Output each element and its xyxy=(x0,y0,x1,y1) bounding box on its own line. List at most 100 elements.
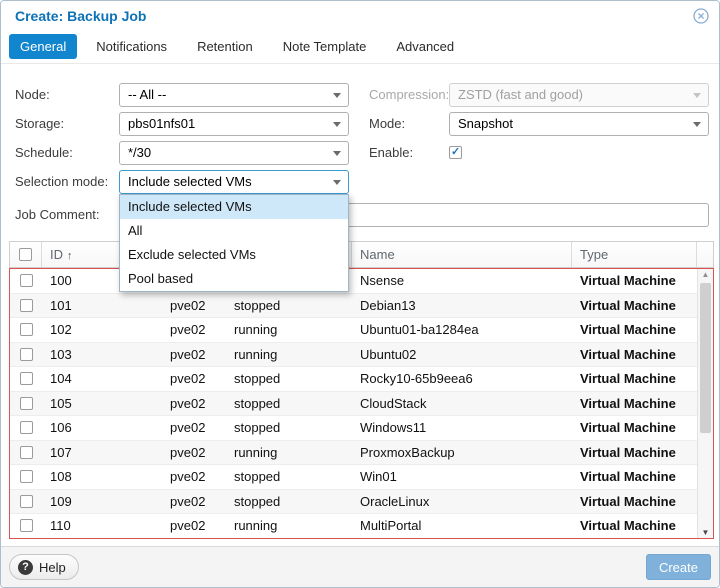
mode-combo[interactable]: Snapshot xyxy=(449,112,709,136)
vm-type: Virtual Machine xyxy=(572,318,697,342)
create-button[interactable]: Create xyxy=(646,554,711,580)
row-checkbox[interactable] xyxy=(20,470,33,483)
row-check-cell xyxy=(10,318,42,342)
table-row[interactable]: 107 pve02 running ProxmoxBackup Virtual … xyxy=(10,441,697,466)
schedule-label: Schedule: xyxy=(15,145,73,161)
table-row[interactable]: 106 pve02 stopped Windows11 Virtual Mach… xyxy=(10,416,697,441)
selection-mode-option[interactable]: Exclude selected VMs xyxy=(120,243,348,267)
row-check-cell xyxy=(10,514,42,538)
vm-name: CloudStack xyxy=(352,392,572,416)
schedule-combo[interactable]: */30 xyxy=(119,141,349,165)
vm-status: stopped xyxy=(226,392,352,416)
tab-advanced[interactable]: Advanced xyxy=(385,34,465,59)
chevron-down-icon xyxy=(693,122,701,127)
help-button-label: Help xyxy=(39,560,66,575)
row-checkbox[interactable] xyxy=(20,519,33,532)
storage-combo[interactable]: pbs01nfs01 xyxy=(119,112,349,136)
select-all-cell[interactable] xyxy=(10,242,42,267)
selection-mode-combo[interactable]: Include selected VMs xyxy=(119,170,349,194)
row-check-cell xyxy=(10,343,42,367)
scrollbar-thumb[interactable] xyxy=(700,283,711,433)
compression-value: ZSTD (fast and good) xyxy=(458,84,583,106)
table-row[interactable]: 103 pve02 running Ubuntu02 Virtual Machi… xyxy=(10,343,697,368)
selection-mode-option[interactable]: All xyxy=(120,219,348,243)
row-checkbox[interactable] xyxy=(20,274,33,287)
vm-status: running xyxy=(226,441,352,465)
vm-name: Nsense xyxy=(352,269,572,293)
table-scrollbar[interactable]: ▲ ▼ xyxy=(697,269,713,538)
row-check-cell xyxy=(10,416,42,440)
vm-type: Virtual Machine xyxy=(572,490,697,514)
tab-general[interactable]: General xyxy=(9,34,77,59)
create-button-label: Create xyxy=(659,560,698,575)
vm-type: Virtual Machine xyxy=(572,441,697,465)
row-checkbox[interactable] xyxy=(20,348,33,361)
row-check-cell xyxy=(10,392,42,416)
row-checkbox[interactable] xyxy=(20,372,33,385)
vm-node: pve02 xyxy=(162,465,226,489)
row-checkbox[interactable] xyxy=(20,421,33,434)
tab-note-template[interactable]: Note Template xyxy=(272,34,378,59)
row-checkbox[interactable] xyxy=(20,397,33,410)
row-checkbox[interactable] xyxy=(20,446,33,459)
column-header-name[interactable]: Name xyxy=(352,242,572,267)
schedule-value: */30 xyxy=(128,142,151,164)
selection-mode-option[interactable]: Pool based xyxy=(120,267,348,291)
tab-notifications[interactable]: Notifications xyxy=(85,34,178,59)
table-row[interactable]: 108 pve02 stopped Win01 Virtual Machine xyxy=(10,465,697,490)
row-check-cell xyxy=(10,441,42,465)
node-value: -- All -- xyxy=(128,84,166,106)
scroll-up-icon[interactable]: ▲ xyxy=(698,270,713,279)
mode-label: Mode: xyxy=(369,116,405,132)
vm-name: Ubuntu02 xyxy=(352,343,572,367)
vm-table-header: ID↑ Node Status Name Type xyxy=(9,241,714,268)
chevron-down-icon xyxy=(333,151,341,156)
vm-status: stopped xyxy=(226,294,352,318)
vm-type: Virtual Machine xyxy=(572,514,697,538)
column-header-type[interactable]: Type xyxy=(572,242,697,267)
tab-retention[interactable]: Retention xyxy=(186,34,264,59)
compression-combo: ZSTD (fast and good) xyxy=(449,83,709,107)
row-checkbox[interactable] xyxy=(20,323,33,336)
vm-node: pve02 xyxy=(162,392,226,416)
node-combo[interactable]: -- All -- xyxy=(119,83,349,107)
table-row[interactable]: 110 pve02 running MultiPortal Virtual Ma… xyxy=(10,514,697,539)
table-row[interactable]: 101 pve02 stopped Debian13 Virtual Machi… xyxy=(10,294,697,319)
help-button[interactable]: ? Help xyxy=(9,554,79,580)
row-check-cell xyxy=(10,269,42,293)
vm-name: Ubuntu01-ba1284ea xyxy=(352,318,572,342)
vm-name: Rocky10-65b9eea6 xyxy=(352,367,572,391)
row-checkbox[interactable] xyxy=(20,495,33,508)
chevron-down-icon xyxy=(333,93,341,98)
enable-checkbox[interactable] xyxy=(449,146,462,159)
vm-status: stopped xyxy=(226,490,352,514)
vm-node: pve02 xyxy=(162,318,226,342)
table-row[interactable]: 105 pve02 stopped CloudStack Virtual Mac… xyxy=(10,392,697,417)
vm-name: Win01 xyxy=(352,465,572,489)
row-checkbox[interactable] xyxy=(20,299,33,312)
selection-mode-dropdown-list: Include selected VMs All Exclude selecte… xyxy=(119,194,349,292)
vm-id: 104 xyxy=(42,367,162,391)
table-row[interactable]: 109 pve02 stopped OracleLinux Virtual Ma… xyxy=(10,490,697,515)
dialog-titlebar: Create: Backup Job xyxy=(1,1,719,31)
table-row[interactable]: 104 pve02 stopped Rocky10-65b9eea6 Virtu… xyxy=(10,367,697,392)
vm-node: pve02 xyxy=(162,441,226,465)
vm-id: 109 xyxy=(42,490,162,514)
close-icon[interactable] xyxy=(693,8,709,24)
table-row[interactable]: 102 pve02 running Ubuntu01-ba1284ea Virt… xyxy=(10,318,697,343)
storage-label: Storage: xyxy=(15,116,64,132)
selection-mode-value: Include selected VMs xyxy=(128,171,252,193)
table-row[interactable]: 100 Nsense Virtual Machine xyxy=(10,269,697,294)
mode-value: Snapshot xyxy=(458,113,513,135)
dialog-footer: ? Help Create xyxy=(1,546,719,587)
column-header-type-label: Type xyxy=(580,247,608,262)
enable-label: Enable: xyxy=(369,145,413,161)
vm-id: 102 xyxy=(42,318,162,342)
select-all-checkbox[interactable] xyxy=(19,248,32,261)
vm-status: running xyxy=(226,514,352,538)
selection-mode-option[interactable]: Include selected VMs xyxy=(120,195,348,219)
row-check-cell xyxy=(10,465,42,489)
vm-node: pve02 xyxy=(162,367,226,391)
scroll-down-icon[interactable]: ▼ xyxy=(698,528,713,537)
vm-type: Virtual Machine xyxy=(572,416,697,440)
